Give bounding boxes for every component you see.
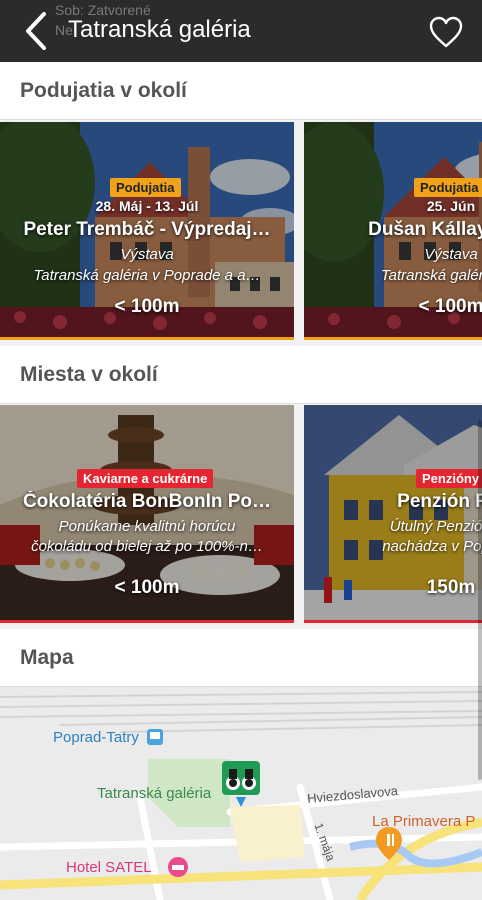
event-card[interactable]: Podujatia 25. Jún Dušan Kállay Kam Výsta… (304, 122, 482, 340)
map-heading: Mapa (20, 646, 74, 669)
map-label-gallery: Tatranská galéria (97, 785, 212, 802)
back-arrow-icon[interactable] (18, 10, 54, 52)
place-accent-bar (304, 620, 482, 623)
event-date: 25. Jún (426, 198, 476, 214)
map-label-restaurant: La Primavera P (372, 813, 476, 830)
places-carousel[interactable]: Kaviarne a cukrárne Čokolatéria BonBonIn… (0, 405, 482, 623)
place-description: Ponúkame kvalitnú horúcu (58, 518, 236, 535)
event-title: Dušan Kállay Kam (368, 219, 482, 240)
event-accent-bar (304, 337, 482, 340)
place-distance: < 100m (114, 577, 180, 598)
event-type: Výstava (120, 246, 174, 263)
event-title: Peter Trembáč - Výpredaj… (23, 219, 271, 240)
place-card[interactable]: Penzióny Penzión Far Útulný Penzión Fa n… (304, 405, 482, 623)
event-accent-bar (0, 337, 294, 340)
place-description: Útulný Penzión Fa (389, 518, 482, 535)
hotel-icon (168, 857, 188, 877)
place-name: Penzión Far (397, 491, 482, 512)
map-section-header: Mapa (0, 629, 482, 687)
event-venue: Tatranská galéria v P (380, 267, 482, 284)
places-section-header: Miesta v okolí (0, 346, 482, 404)
event-venue: Tatranská galéria v Poprade a a… (33, 267, 261, 284)
place-accent-bar (0, 620, 294, 623)
places-heading: Miesta v okolí (20, 363, 158, 386)
event-card[interactable]: Podujatia 28. Máj - 13. Júl Peter Trembá… (0, 122, 294, 340)
event-category-badge: Podujatia (110, 178, 181, 197)
train-icon (147, 729, 163, 745)
event-category-badge: Podujatia (414, 178, 482, 197)
event-distance: < 100m (418, 296, 482, 317)
map-label-hotel: Hotel SATEL (66, 859, 152, 876)
place-card[interactable]: Kaviarne a cukrárne Čokolatéria BonBonIn… (0, 405, 294, 623)
map-label-station: Poprad-Tatry (53, 729, 139, 746)
place-category-badge: Kaviarne a cukrárne (77, 469, 214, 488)
events-section-header: Podujatia v okolí (0, 62, 482, 120)
event-type: Výstava (424, 246, 478, 263)
heart-icon[interactable] (426, 12, 466, 52)
app-bar: Sob: Zatvorené Ne Tatranská galéria (0, 0, 482, 62)
place-description-2: čokoládu od bielej až po 100%-n… (31, 538, 263, 555)
scrollbar[interactable] (478, 420, 482, 780)
events-heading: Podujatia v okolí (20, 79, 187, 102)
event-date: 28. Máj - 13. Júl (95, 198, 199, 214)
place-category-badge: Penzióny (416, 469, 482, 488)
place-description-2: nachádza v Poprade (382, 538, 482, 555)
event-distance: < 100m (114, 296, 180, 317)
map-view[interactable]: Poprad-Tatry Tatranská galéria Hviezdosl… (0, 687, 482, 900)
page-title: Tatranská galéria (68, 16, 251, 43)
place-distance: 150m (426, 577, 476, 598)
place-name: Čokolatéria BonBonIn Po… (22, 491, 272, 512)
events-carousel[interactable]: Podujatia 28. Máj - 13. Júl Peter Trembá… (0, 122, 482, 340)
